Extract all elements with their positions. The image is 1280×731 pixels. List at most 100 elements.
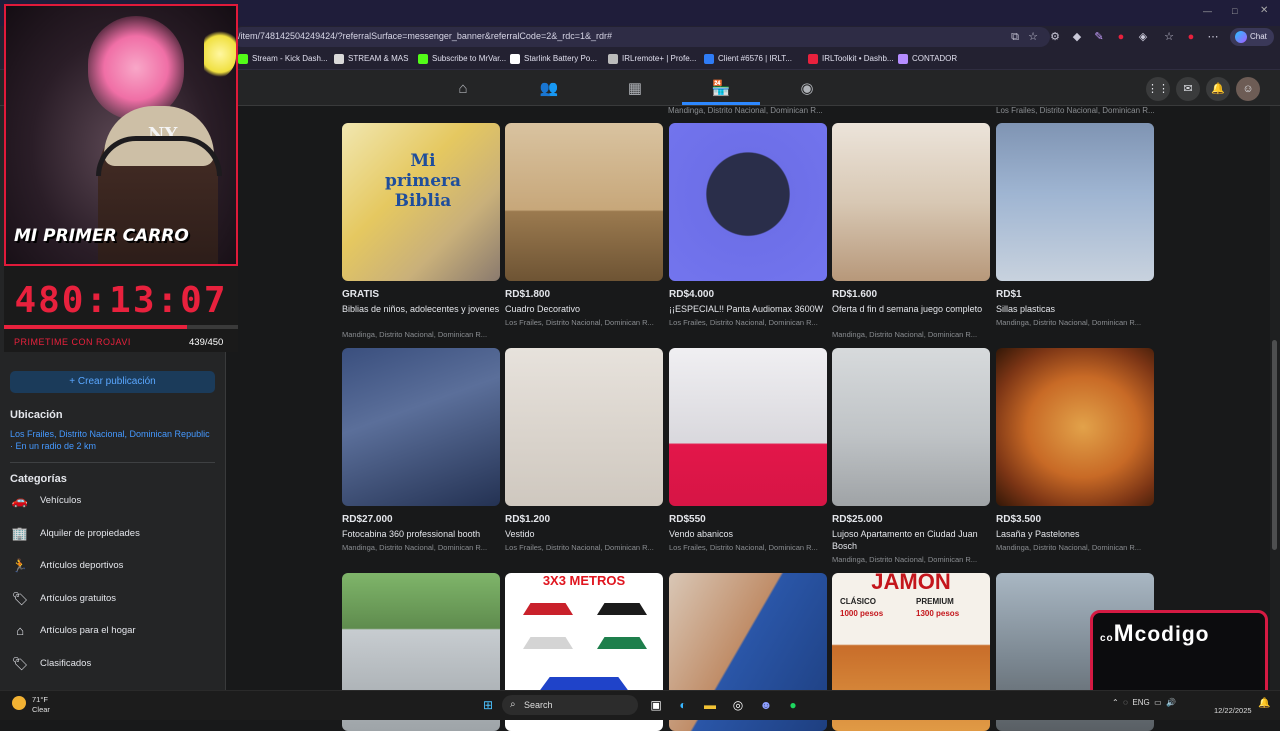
sub-goal-label: PRIMETIME CON ROJAVI: [14, 337, 131, 347]
listing-image[interactable]: [505, 348, 663, 506]
listing-title[interactable]: Vendo abanicos: [669, 528, 827, 540]
taskbar-search[interactable]: ⌕ Search: [502, 695, 638, 715]
listing-title[interactable]: Cuadro Decorativo: [505, 303, 663, 315]
edge-icon[interactable]: ◐: [673, 695, 693, 715]
listing-image-text: 3X3 METROS: [542, 573, 626, 588]
categories-heading: Categorías: [10, 473, 67, 485]
windows-start-icon[interactable]: ⊞: [478, 695, 498, 715]
profile-avatar-icon[interactable]: ●: [1184, 30, 1198, 44]
extension-icon[interactable]: ✎: [1092, 30, 1106, 44]
listing-image[interactable]: [342, 348, 500, 506]
divider: [10, 462, 215, 463]
bookmark-item[interactable]: CONTADOR: [898, 52, 957, 66]
search-label: Search: [524, 700, 553, 710]
category-item[interactable]: 🚗 Vehículos: [10, 490, 81, 512]
listing-image[interactable]: Mi primera Biblia: [342, 123, 500, 281]
feeds-icon[interactable]: ▦: [617, 74, 653, 102]
listing-image[interactable]: [669, 348, 827, 506]
listing-title[interactable]: ¡¡ESPECIAL!! Panta Audiomax 3600W: [669, 303, 827, 315]
extension-icon[interactable]: ●: [1114, 30, 1128, 44]
spotify-icon[interactable]: ●: [783, 695, 803, 715]
window-minimize-icon[interactable]: —: [1203, 6, 1213, 16]
bookmark-label: Subscribe to MrVar...: [432, 54, 507, 63]
running-icon: 🏃: [11, 558, 29, 573]
subathon-timer: 480:13:07: [14, 280, 228, 321]
listing-location: Los Frailes, Distrito Nacional, Dominica…: [505, 543, 654, 552]
messenger-icon[interactable]: ✉: [1176, 77, 1200, 101]
listing-image[interactable]: [996, 123, 1154, 281]
taskbar-clock[interactable]: 12/22/2025: [1214, 696, 1252, 716]
headphones: [96, 136, 222, 176]
system-tray[interactable]: ⌃ ◌ ENG ▭ 🔊: [1112, 698, 1176, 707]
weather-temp: 71°F: [32, 695, 48, 704]
bookmark-item[interactable]: IRLremote+ | Profe...: [608, 52, 696, 66]
copilot-chat-button[interactable]: Chat: [1230, 28, 1274, 46]
listing-title[interactable]: Sillas plasticas: [996, 303, 1154, 315]
bookmark-label: CONTADOR: [912, 54, 958, 63]
extension-icon[interactable]: ◆: [1070, 30, 1084, 44]
listing-image[interactable]: [832, 123, 990, 281]
bookmark-favicon-icon: [238, 54, 248, 64]
discord-icon[interactable]: ☻: [756, 695, 776, 715]
clock-date: 12/22/2025: [1214, 706, 1252, 715]
category-item[interactable]: 🏷 Artículos gratuitos: [10, 588, 116, 610]
listing-title[interactable]: Oferta d fin d semana juego completo: [832, 303, 990, 315]
listing-location: Los Frailes, Distrito Nacional, Dominica…: [669, 543, 818, 552]
category-label: Artículos para el hogar: [40, 625, 136, 636]
location-link[interactable]: Los Frailes, Distrito Nacional, Dominica…: [10, 428, 210, 452]
category-item[interactable]: ⌂ Artículos para el hogar: [10, 620, 136, 642]
extension-icon[interactable]: ◈: [1136, 30, 1150, 44]
listing-image[interactable]: [505, 123, 663, 281]
bookmark-item[interactable]: STREAM & MAS: [334, 52, 408, 66]
listing-price: GRATIS: [342, 289, 380, 300]
listing-price: RD$4.000: [669, 289, 715, 300]
copilot-icon: [1235, 31, 1247, 43]
listing-title[interactable]: Vestido: [505, 528, 663, 540]
notification-bell-icon[interactable]: 🔔: [1258, 698, 1270, 709]
weather-desc: Clear: [32, 705, 50, 714]
obs-icon[interactable]: ◎: [728, 695, 748, 715]
home-icon[interactable]: ⌂: [445, 74, 481, 102]
split-view-icon[interactable]: ⧉: [1008, 30, 1022, 44]
listing-image-text: 1000 pesos: [840, 609, 884, 618]
bookmark-item[interactable]: Stream - Kick Dash...: [238, 52, 328, 66]
listing-price: RD$1.600: [832, 289, 878, 300]
groups-icon[interactable]: ◉: [789, 74, 825, 102]
weather-icon[interactable]: [12, 696, 26, 710]
tag-icon: 🏷: [11, 655, 29, 671]
category-label: Alquiler de propiedades: [40, 527, 140, 539]
task-view-icon[interactable]: ▣: [646, 695, 666, 715]
listing-image[interactable]: [996, 348, 1154, 506]
extension-icon[interactable]: ⚙: [1048, 30, 1062, 44]
weather-widget[interactable]: 71°F Clear: [32, 695, 50, 715]
category-item[interactable]: 🏷 Clasificados: [10, 653, 91, 675]
notifications-icon[interactable]: 🔔: [1206, 77, 1230, 101]
listing-image[interactable]: [832, 348, 990, 506]
more-options-icon[interactable]: ⋯: [1206, 30, 1220, 44]
menu-grid-icon[interactable]: ⋮⋮: [1146, 77, 1170, 101]
listing-title[interactable]: Lasaña y Pastelones: [996, 528, 1154, 540]
account-avatar[interactable]: ☺: [1236, 77, 1260, 101]
favorites-icon[interactable]: ☆: [1162, 30, 1176, 44]
marketplace-icon[interactable]: 🏪: [703, 74, 739, 102]
bookmark-item[interactable]: Starlink Battery Po...: [510, 52, 597, 66]
url-text[interactable]: /item/748142504249424/?referralSurface=m…: [238, 31, 612, 41]
scrollbar-thumb[interactable]: [1272, 340, 1277, 550]
window-maximize-icon[interactable]: □: [1232, 6, 1242, 16]
category-item[interactable]: 🏢 Alquiler de propiedades: [10, 523, 140, 545]
favorite-star-icon[interactable]: ☆: [1026, 30, 1040, 44]
category-item[interactable]: 🏃 Artículos deportivos: [10, 555, 124, 577]
listing-location: Mandinga, Distrito Nacional, Dominican R…: [342, 543, 488, 552]
listing-title[interactable]: Fotocabina 360 professional booth: [342, 528, 500, 540]
bookmark-item[interactable]: Subscribe to MrVar...: [418, 52, 506, 66]
friends-icon[interactable]: 👥: [531, 74, 567, 102]
file-explorer-icon[interactable]: ▬: [700, 695, 720, 715]
bookmark-item[interactable]: IRLToolkit • Dashb...: [808, 52, 894, 66]
window-close-icon[interactable]: ✕: [1260, 5, 1270, 16]
bookmark-item[interactable]: Client #6576 | IRLT...: [704, 52, 792, 66]
bookmark-favicon-icon: [704, 54, 714, 64]
listing-title[interactable]: Lujoso Apartamento en Ciudad Juan Bosch: [832, 528, 990, 552]
create-listing-button[interactable]: + Crear publicación: [10, 371, 215, 393]
listing-image[interactable]: [669, 123, 827, 281]
listing-title[interactable]: Biblias de niños, adolecentes y jovenes: [342, 303, 500, 315]
